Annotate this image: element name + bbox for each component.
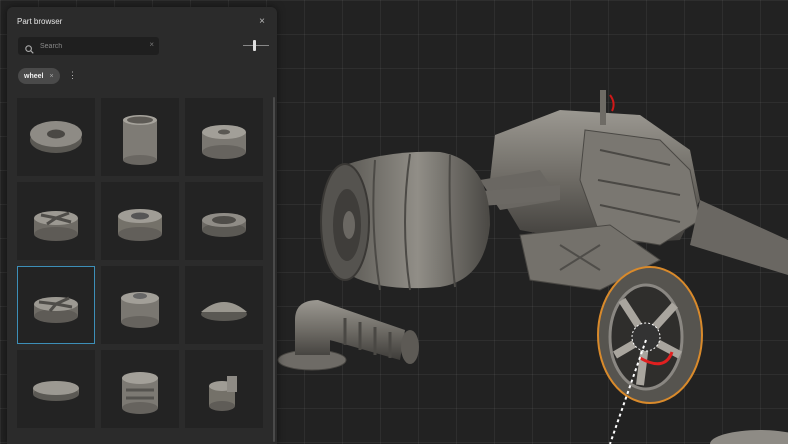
search-input[interactable] — [40, 39, 140, 53]
dome-cap-thumbnail — [201, 302, 247, 321]
filter-chip-label: wheel — [24, 72, 44, 80]
slotted-drum-thumbnail — [122, 372, 158, 414]
tire-thumbnail — [30, 121, 82, 153]
part-tile-cylinder-can[interactable] — [101, 98, 179, 176]
part-tile-dome-cap[interactable] — [185, 266, 263, 344]
stepped-hub-thumbnail — [121, 292, 159, 328]
close-button[interactable]: × — [255, 14, 269, 28]
barrel-wheel[interactable] — [320, 151, 490, 291]
slider-handle[interactable] — [253, 40, 256, 51]
flat-dish-rim-thumbnail — [202, 213, 246, 237]
elbow-pipe[interactable] — [277, 300, 419, 371]
filter-chip-wheel[interactable]: wheel × — [18, 68, 60, 84]
search-box[interactable]: × — [18, 37, 159, 55]
search-icon — [25, 41, 34, 59]
part-tile-slotted-drum[interactable] — [101, 350, 179, 428]
part-tile-hub-drum[interactable] — [185, 98, 263, 176]
part-tile-five-spoke-rim[interactable] — [17, 182, 95, 260]
hub-drum-thumbnail — [202, 125, 246, 159]
panel-title: Part browser — [17, 17, 63, 26]
flat-disc-thumbnail — [33, 381, 79, 401]
thumbnail-size-slider[interactable] — [243, 40, 269, 52]
part-tile-cap-with-knob[interactable] — [185, 350, 263, 428]
five-spoke-rim-selected-thumbnail — [34, 296, 78, 323]
part-tile-vented-rim[interactable] — [101, 182, 179, 260]
part-tile-stepped-hub[interactable] — [101, 266, 179, 344]
part-tile-tire[interactable] — [17, 98, 95, 176]
five-spoke-rim-thumbnail — [34, 211, 78, 241]
partial-part[interactable] — [710, 430, 788, 444]
remove-filter-icon[interactable]: × — [49, 73, 53, 80]
clear-search-button[interactable]: × — [149, 40, 154, 49]
selected-wheel[interactable] — [597, 266, 703, 444]
cap-with-knob-thumbnail — [209, 376, 237, 411]
part-tile-flat-disc[interactable] — [17, 350, 95, 428]
slider-track — [243, 45, 269, 46]
vented-rim-thumbnail — [118, 209, 162, 241]
part-browser-panel: Part browser × × wheel × ⋮ — [7, 7, 277, 444]
scrollbar[interactable] — [273, 97, 275, 442]
more-options-icon[interactable]: ⋮ — [68, 71, 77, 80]
part-tile-flat-dish-rim[interactable] — [185, 182, 263, 260]
cylinder-can-thumbnail — [123, 115, 157, 165]
part-tile-five-spoke-rim-selected[interactable] — [17, 266, 95, 344]
